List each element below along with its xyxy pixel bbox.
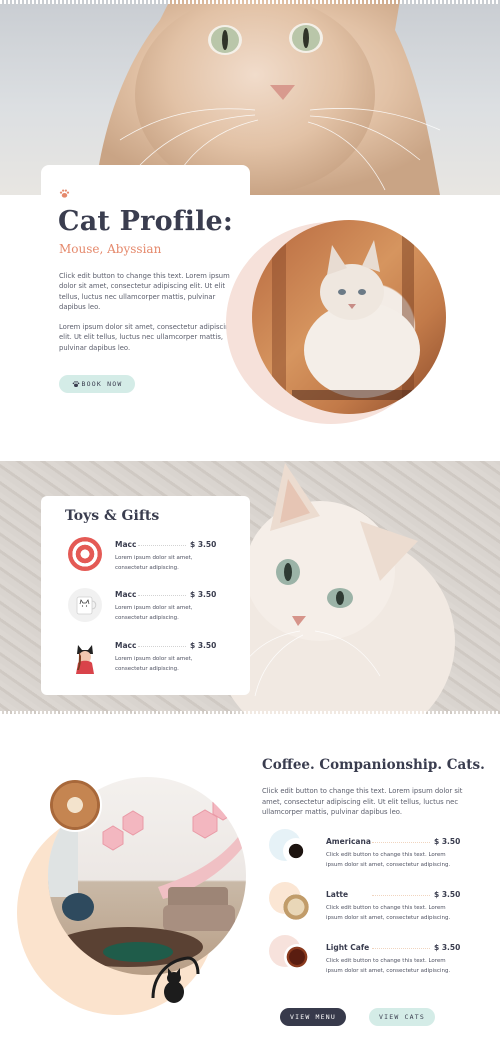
view-menu-button[interactable]: VIEW MENU <box>280 1008 346 1026</box>
paw-icon <box>59 189 70 198</box>
zigzag-edge-bottom <box>0 711 500 715</box>
coffee-paragraph: Click edit button to change this text. L… <box>262 787 463 816</box>
dotted-divider <box>138 595 186 596</box>
profile-paragraph-1: Click edit button to change this text. L… <box>59 272 230 311</box>
coffee-name: Latte <box>326 890 349 899</box>
cat-ear-hat-icon <box>68 640 102 674</box>
page-title: Cat Profile: <box>58 206 234 237</box>
cat-sitting-photo <box>252 220 446 414</box>
paw-icon <box>72 381 79 387</box>
black-coffee-cup-icon <box>283 838 309 864</box>
toy-price: $ 3.50 <box>190 641 217 650</box>
dotted-divider <box>138 545 186 546</box>
toy-name: Macc <box>115 590 137 599</box>
book-now-button[interactable]: BOOK NOW <box>59 375 135 393</box>
coffee-price: $ 3.50 <box>434 943 461 952</box>
coffee-title: Coffee. Companionship. Cats. <box>262 757 485 773</box>
toy-price: $ 3.50 <box>190 590 217 599</box>
toy-name: Macc <box>115 540 137 549</box>
dotted-divider <box>138 646 186 647</box>
coffee-price: $ 3.50 <box>434 837 461 846</box>
profile-paragraph-2: Lorem ipsum dolor sit amet, consectetur … <box>59 323 234 352</box>
coffee-description: Click edit button to change this text. L… <box>326 958 451 974</box>
dotted-divider <box>372 842 430 843</box>
tea-cup-icon <box>284 944 310 970</box>
coffee-description: Click edit button to change this text. L… <box>326 905 451 921</box>
zigzag-edge-top <box>0 0 500 4</box>
cat-mug-icon <box>68 588 102 622</box>
coffee-description: Click edit button to change this text. L… <box>326 852 451 868</box>
dotted-divider <box>372 895 430 896</box>
latte-art-icon <box>48 778 102 832</box>
coffee-name: Light Cafe <box>326 943 370 952</box>
black-cat-icon <box>151 956 200 1003</box>
coffee-name: Americana <box>326 837 371 846</box>
latte-cup-icon <box>283 894 309 920</box>
dotted-divider <box>372 948 430 949</box>
toy-description: Lorem ipsum dolor sit amet, consectetur … <box>115 555 193 571</box>
toy-description: Lorem ipsum dolor sit amet, consectetur … <box>115 605 193 621</box>
profile-subtitle: Mouse, Abyssian <box>59 242 162 256</box>
coffee-price: $ 3.50 <box>434 890 461 899</box>
toy-price: $ 3.50 <box>190 540 217 549</box>
toy-name: Macc <box>115 641 137 650</box>
toy-description: Lorem ipsum dolor sit amet, consectetur … <box>115 656 193 672</box>
book-now-label: BOOK NOW <box>81 380 123 388</box>
view-cats-button[interactable]: VIEW CATS <box>369 1008 435 1026</box>
swirl-candy-icon <box>68 537 102 571</box>
toys-title: Toys & Gifts <box>65 508 160 524</box>
